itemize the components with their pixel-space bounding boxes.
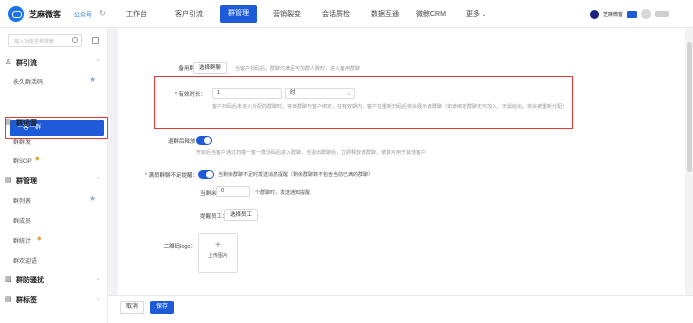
user-menu[interactable]: 芝麻微客: [589, 9, 669, 19]
sidebar-item-group-welcome[interactable]: 群欢迎语: [13, 256, 37, 265]
group-icon: ♙: [5, 59, 12, 66]
sidebar-group-anti-harassment[interactable]: 群防骚扰: [16, 275, 44, 285]
brand-name: 芝麻微客: [29, 10, 61, 19]
form-panel: 备用群聊： 选择群聊 当客户扫码后，群聊均满足可加群人数时，进入备用群聊 * 有…: [118, 28, 685, 323]
chevron-up-icon[interactable]: ⌃: [96, 177, 100, 183]
nav-data-sync[interactable]: 数据互通: [371, 9, 399, 19]
user-info: [655, 11, 669, 17]
sidebar-item-group-list[interactable]: 群列表: [13, 196, 31, 205]
cancel-button[interactable]: 取消: [120, 301, 144, 314]
chevron-up-icon[interactable]: ⌃: [96, 119, 100, 125]
nav-more[interactable]: 更多 ⌄: [466, 9, 486, 19]
user-name: 芝麻微客: [602, 11, 623, 18]
release-hint: 开启后当客户通过扫描一客一群活码后进入群聊，当退出群聊后，立即释放该群聊，使其可…: [196, 150, 427, 156]
valid-duration-label: * 有效时长：: [174, 92, 206, 98]
nav-marketing[interactable]: 营销裂变: [273, 9, 301, 19]
qrcode-logo-label: 二维码logo：: [163, 244, 196, 250]
sidebar-group-acquisition[interactable]: 群引流: [16, 58, 37, 68]
duration-input[interactable]: 1: [212, 88, 282, 99]
sidebar-item-permanent-code[interactable]: 永久群活码: [13, 77, 43, 86]
nav-session-inspection[interactable]: 会话质检: [322, 9, 350, 19]
chevron-down-icon[interactable]: ⌄: [96, 276, 100, 282]
chevron-down-icon: ⌄: [346, 91, 351, 97]
list-icon: ▤: [5, 177, 12, 184]
backup-group-hint: 当客户扫码后，群聊均满足可加群人数时，进入备用群聊: [235, 66, 361, 72]
logo-icon: [8, 6, 24, 22]
remain-suffix: 个群聊时，发送通知提醒: [255, 190, 311, 196]
nav-crm[interactable]: 微鲸CRM: [416, 9, 446, 19]
upload-image-button[interactable]: + 上传图片: [198, 233, 238, 273]
sidebar-item-group-stats[interactable]: 群统计: [13, 236, 31, 245]
reminder-toggle[interactable]: [198, 170, 214, 179]
nav-group-management[interactable]: 群管理: [220, 5, 257, 23]
duration-unit-select[interactable]: 时 ⌄: [285, 88, 355, 99]
form-footer: 取消 保存: [108, 295, 693, 323]
select-group-button[interactable]: 选择群聊: [193, 62, 227, 74]
reminder-label: * 满员群聊不足提醒：: [144, 173, 198, 179]
search-input[interactable]: 输入功能名称搜索: [8, 34, 82, 47]
premium-icon: ◆: [35, 156, 40, 162]
sidebar-group-tags[interactable]: 群标签: [16, 295, 37, 305]
star-icon[interactable]: ★: [89, 194, 96, 203]
save-button[interactable]: 保存: [150, 301, 174, 314]
user-status-icon: [589, 9, 599, 19]
badge-icon: [627, 10, 637, 18]
shield-icon: ▧: [5, 276, 12, 283]
account-switch[interactable]: 公众号: [74, 10, 92, 19]
top-bar: 芝麻微客 公众号 ↻ 工作台 客户引流 群管理 营销裂变 会话质检 数据互通 微…: [0, 0, 693, 28]
sidebar-group-management[interactable]: 群管理: [16, 176, 37, 186]
avatar: [641, 9, 651, 19]
calendar-icon[interactable]: [92, 37, 99, 44]
nav-customer-acquisition[interactable]: 客户引流: [175, 9, 203, 19]
release-toggle[interactable]: [196, 136, 212, 145]
remain-label: 当剩余: [200, 191, 217, 197]
remain-count-input[interactable]: 0: [216, 186, 250, 197]
search-icon: [72, 37, 78, 43]
sidebar-item-group-sop[interactable]: 群SOP: [13, 156, 32, 165]
scrollbar-thumb[interactable]: [687, 42, 692, 172]
chevron-down-icon: ⌄: [482, 12, 487, 18]
sidebar: 输入功能名称搜索 ♙ 群引流 ⌃ 永久群活码 ★ 一客一群 ▤ 群运营 ⌃ 群群…: [0, 28, 108, 323]
nav-workbench[interactable]: 工作台: [126, 9, 147, 19]
refresh-icon[interactable]: ↻: [99, 9, 106, 18]
plus-icon: +: [215, 240, 221, 251]
sidebar-item-group-members[interactable]: 群成员: [13, 216, 31, 225]
tag-icon: ▤: [5, 296, 12, 303]
star-icon[interactable]: ★: [89, 75, 96, 84]
chevron-down-icon[interactable]: ⌄: [96, 296, 100, 302]
premium-icon: ◆: [37, 236, 42, 242]
chevron-up-icon[interactable]: ⌃: [96, 59, 100, 65]
sidebar-item-group-broadcast[interactable]: 群群发: [13, 137, 31, 146]
select-staff-button[interactable]: 选择员工: [224, 209, 258, 221]
sidebar-group-operations[interactable]: 群运营: [16, 118, 37, 128]
valid-duration-hint: 客户扫码后未进入分配的群聊时，将该群聊与客户绑定，在有效期内，客户在重新扫码后将…: [212, 104, 568, 110]
release-label: 退群后释放：: [167, 139, 201, 145]
reminder-hint: 当剩余群聊不足时发送消息提醒（剩余群聊数不包含当前已满的群聊）: [218, 172, 374, 178]
chat-icon: ▤: [5, 119, 12, 126]
